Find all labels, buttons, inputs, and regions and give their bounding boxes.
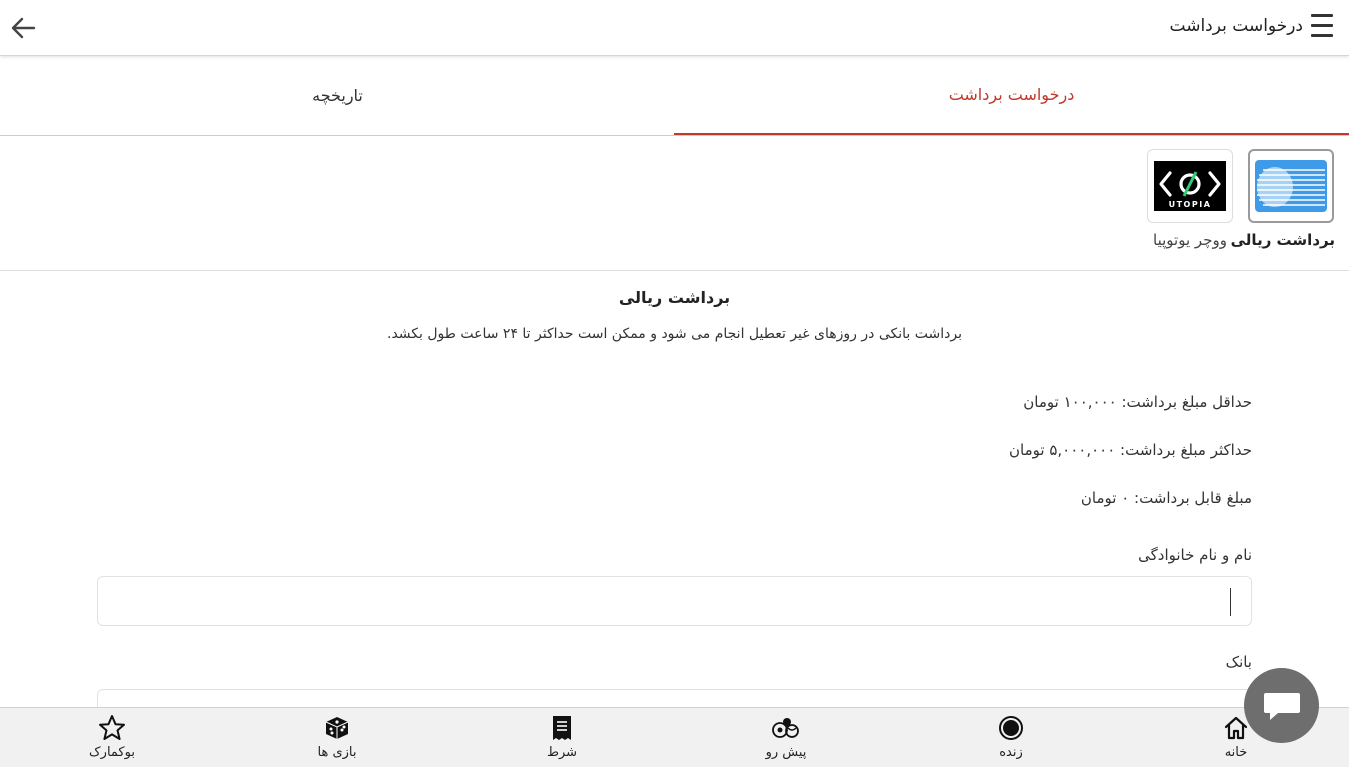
nav-games[interactable]: بازی ها xyxy=(282,714,392,760)
back-arrow-icon[interactable] xyxy=(8,14,38,42)
available-amount-text: مبلغ قابل برداشت: ۰ تومان xyxy=(1080,489,1252,507)
chat-support-button[interactable] xyxy=(1244,668,1319,743)
utopia-logo-text: UTOPIA xyxy=(1169,200,1212,209)
method-utopia-voucher[interactable]: UTOPIA ووچر یوتوپیا xyxy=(1146,149,1234,249)
page-title: درخواست برداشت xyxy=(1169,16,1303,36)
name-field[interactable] xyxy=(97,576,1252,626)
method-label: برداشت ریالی xyxy=(1230,231,1335,249)
rial-withdraw-icon xyxy=(1248,149,1334,223)
nav-bookmark[interactable]: بوکمارک xyxy=(57,714,167,760)
tab-withdraw-request[interactable]: درخواست برداشت xyxy=(674,56,1349,135)
section-title: برداشت ریالی xyxy=(618,288,731,307)
withdraw-form: برداشت ریالی برداشت بانکی در روزهای غیر … xyxy=(0,271,1349,707)
nav-label: شرط xyxy=(546,745,578,760)
nav-label: خانه xyxy=(1224,745,1248,760)
nav-betslip[interactable]: شرط xyxy=(507,714,617,760)
live-icon xyxy=(956,714,1066,742)
max-amount-text: حداکثر مبلغ برداشت: ۵,۰۰۰,۰۰۰ تومان xyxy=(1009,441,1252,459)
tab-bar: درخواست برداشت تاریخچه xyxy=(0,56,1349,136)
nav-label: پیش رو xyxy=(765,745,807,760)
star-icon xyxy=(57,714,167,742)
name-field-label: نام و نام خانوادگی xyxy=(1138,546,1252,564)
text-caret xyxy=(1230,588,1231,616)
utopia-logo: UTOPIA xyxy=(1147,149,1233,223)
method-rial-withdraw[interactable]: برداشت ریالی xyxy=(1230,149,1335,249)
section-description: برداشت بانکی در روزهای غیر تعطیل انجام م… xyxy=(387,326,962,342)
upcoming-sports-icon xyxy=(731,714,841,742)
chat-icon xyxy=(1263,692,1300,720)
nav-label: بازی ها xyxy=(317,745,357,760)
nav-label: بوکمارک xyxy=(89,745,135,760)
nav-label: زنده xyxy=(999,745,1023,760)
method-label: ووچر یوتوپیا xyxy=(1153,231,1227,249)
nav-live[interactable]: زنده xyxy=(956,714,1066,760)
bank-select[interactable] xyxy=(97,689,1252,707)
tab-history[interactable]: تاریخچه xyxy=(0,56,675,135)
betslip-icon xyxy=(507,714,617,742)
withdraw-methods: برداشت ریالی UTOPIA ووچر یوتوپیا xyxy=(0,136,1349,271)
top-app-bar: درخواست برداشت xyxy=(0,0,1349,56)
dice-icon xyxy=(282,714,392,742)
bottom-navigation: خانه زنده پیش رو شرط بازی ها بوکمارک xyxy=(0,707,1349,767)
min-amount-text: حداقل مبلغ برداشت: ۱۰۰,۰۰۰ تومان xyxy=(1023,393,1252,411)
hamburger-menu-icon[interactable] xyxy=(1307,14,1337,42)
nav-upcoming[interactable]: پیش رو xyxy=(731,714,841,760)
bank-field-label: بانک xyxy=(1225,653,1252,671)
